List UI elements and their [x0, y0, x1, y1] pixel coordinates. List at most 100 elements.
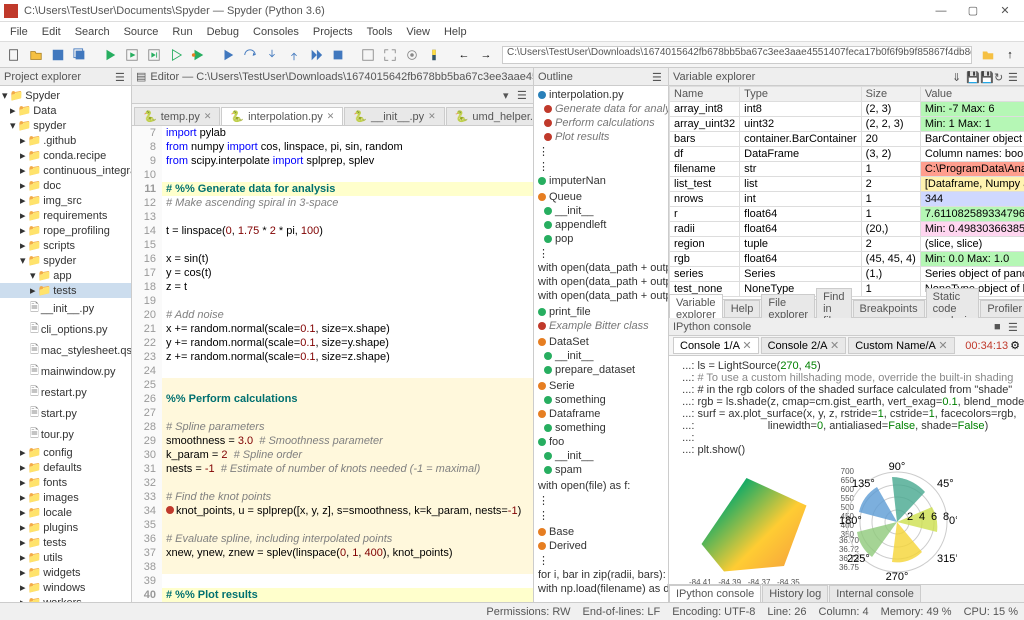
- preferences-icon[interactable]: [402, 45, 422, 65]
- browse-dir-icon[interactable]: [978, 45, 998, 65]
- back-icon[interactable]: ←: [454, 45, 474, 65]
- code-line[interactable]: 35: [132, 518, 533, 532]
- debug-icon[interactable]: [218, 45, 238, 65]
- var-cell[interactable]: int8: [740, 102, 862, 117]
- code-line[interactable]: 22y += random.normal(scale=0.1, size=y.s…: [132, 336, 533, 350]
- save-as-icon[interactable]: 💾: [980, 71, 992, 83]
- outline-item[interactable]: __init__: [536, 349, 666, 363]
- close-button[interactable]: ✕: [990, 2, 1020, 20]
- var-cell[interactable]: r: [670, 207, 740, 222]
- varexp-tab[interactable]: Help: [724, 300, 761, 318]
- var-col-header[interactable]: Value: [920, 87, 1024, 102]
- outline-item[interactable]: Queue: [536, 190, 666, 204]
- var-cell[interactable]: Column names: bools, ints: [920, 147, 1024, 162]
- var-cell[interactable]: 1: [861, 282, 920, 297]
- var-row[interactable]: nrowsint1344: [670, 192, 1024, 207]
- tree-item[interactable]: ▸ 📁 img_src: [0, 193, 131, 208]
- code-line[interactable]: 32: [132, 476, 533, 490]
- code-line[interactable]: 29smoothness = 3.0 # Smoothness paramete…: [132, 434, 533, 448]
- tree-item[interactable]: ▸ 📁 .github: [0, 133, 131, 148]
- outline-item[interactable]: ⋮: [536, 246, 666, 261]
- outline-options-icon[interactable]: ☰: [652, 71, 664, 83]
- menu-edit[interactable]: Edit: [36, 24, 67, 40]
- code-line[interactable]: 28# Spline parameters: [132, 420, 533, 434]
- code-line[interactable]: 24: [132, 364, 533, 378]
- console-output[interactable]: ...: ls = LightSource(270, 45) ...: # To…: [669, 356, 1024, 584]
- menu-debug[interactable]: Debug: [201, 24, 245, 40]
- outline-item[interactable]: interpolation.py: [536, 88, 666, 102]
- var-cell[interactable]: df: [670, 147, 740, 162]
- editor-tab[interactable]: 🐍__init__.py✕: [344, 107, 444, 125]
- tree-item[interactable]: ▸ 📁 tests: [0, 283, 131, 298]
- code-line[interactable]: 9from scipy.interpolate import splprep, …: [132, 154, 533, 168]
- var-cell[interactable]: (1,): [861, 267, 920, 282]
- code-line[interactable]: 39: [132, 574, 533, 588]
- code-line[interactable]: 23z += random.normal(scale=0.1, size=z.s…: [132, 350, 533, 364]
- step-in-icon[interactable]: [262, 45, 282, 65]
- var-cell[interactable]: Min: 1 Max: 1: [920, 117, 1024, 132]
- tree-item[interactable]: ▸ 📁 locale: [0, 505, 131, 520]
- outline-item[interactable]: __init__: [536, 204, 666, 218]
- menu-source[interactable]: Source: [118, 24, 165, 40]
- outline-item[interactable]: spam: [536, 463, 666, 477]
- var-row[interactable]: array_int8int8(2, 3)Min: -7 Max: 6: [670, 102, 1024, 117]
- varexp-tab[interactable]: Profiler: [980, 300, 1024, 318]
- minimize-button[interactable]: —: [926, 2, 956, 20]
- code-line[interactable]: 33# Find the knot points: [132, 490, 533, 504]
- tree-item[interactable]: ▸ 📁 Data: [0, 103, 131, 118]
- var-cell[interactable]: tuple: [740, 237, 862, 252]
- var-cell[interactable]: C:\ProgramData\Anaconda3\lib\site-packa…: [920, 162, 1024, 177]
- tree-item[interactable]: ▾ 📁 spyder: [0, 253, 131, 268]
- code-line[interactable]: 34knot_points, u = splprep([x, y, z], s=…: [132, 504, 533, 518]
- tree-item[interactable]: ▸ 📁 images: [0, 490, 131, 505]
- var-cell[interactable]: Series object of pandas.core.series mod…: [920, 267, 1024, 282]
- outline-item[interactable]: with open(data_path + output_file_n…: [536, 289, 666, 303]
- tree-item[interactable]: 🗎 mac_stylesheet.qss: [0, 340, 131, 361]
- var-row[interactable]: radiifloat64(20,)Min: 0.498303663853687 …: [670, 222, 1024, 237]
- outline-item[interactable]: Serie: [536, 379, 666, 393]
- run-cell-advance-icon[interactable]: [144, 45, 164, 65]
- var-cell[interactable]: 2: [861, 237, 920, 252]
- console-options-icon[interactable]: ☰: [1008, 321, 1020, 333]
- tree-item[interactable]: ▸ 📁 requirements: [0, 208, 131, 223]
- outline-item[interactable]: with open(data_path + output_file_n…: [536, 261, 666, 275]
- var-cell[interactable]: Min: 0.0 Max: 1.0: [920, 252, 1024, 267]
- var-row[interactable]: array_uint32uint32(2, 2, 3)Min: 1 Max: 1: [670, 117, 1024, 132]
- var-cell[interactable]: uint32: [740, 117, 862, 132]
- editor-tab[interactable]: 🐍temp.py✕: [134, 107, 220, 125]
- tree-item[interactable]: ▸ 📁 doc: [0, 178, 131, 193]
- code-line[interactable]: 26%% Perform calculations: [132, 392, 533, 406]
- varexp-options-icon[interactable]: ☰: [1008, 71, 1020, 83]
- var-row[interactable]: filenamestr1C:\ProgramData\Anaconda3\lib…: [670, 162, 1024, 177]
- var-cell[interactable]: float64: [740, 207, 862, 222]
- code-line[interactable]: 7import pylab: [132, 126, 533, 140]
- stop-debug-icon[interactable]: [328, 45, 348, 65]
- code-line[interactable]: 21x += random.normal(scale=0.1, size=x.s…: [132, 322, 533, 336]
- tree-item[interactable]: ▸ 📁 workers: [0, 595, 131, 602]
- step-out-icon[interactable]: [284, 45, 304, 65]
- tree-root[interactable]: ▾ 📁 Spyder: [0, 88, 131, 103]
- tree-item[interactable]: 🗎 tour.py: [0, 424, 131, 445]
- code-line[interactable]: 30k_param = 2 # Spline order: [132, 448, 533, 462]
- tree-item[interactable]: 🗎 start.py: [0, 403, 131, 424]
- outline-item[interactable]: __init__: [536, 449, 666, 463]
- menu-consoles[interactable]: Consoles: [247, 24, 305, 40]
- step-over-icon[interactable]: [240, 45, 260, 65]
- working-dir-input[interactable]: C:\Users\TestUser\Downloads\1674015642fb…: [502, 46, 972, 64]
- var-cell[interactable]: [Dataframe, Numpy array]: [920, 177, 1024, 192]
- var-row[interactable]: seriesSeries(1,)Series object of pandas.…: [670, 267, 1024, 282]
- python-path-icon[interactable]: [424, 45, 444, 65]
- options-icon[interactable]: ☰: [115, 71, 127, 83]
- maximize-button[interactable]: ▢: [958, 2, 988, 20]
- outline-item[interactable]: Generate data for analysis: [536, 102, 666, 116]
- var-cell[interactable]: 1: [861, 162, 920, 177]
- var-row[interactable]: dfDataFrame(3, 2)Column names: bools, in…: [670, 147, 1024, 162]
- tree-item[interactable]: ▸ 📁 rope_profiling: [0, 223, 131, 238]
- var-cell[interactable]: Min: 0.498303663853687 Max: 9.8568407949…: [920, 222, 1024, 237]
- code-line[interactable]: 37xnew, ynew, znew = splev(linspace(0, 1…: [132, 546, 533, 560]
- tree-item[interactable]: ▸ 📁 defaults: [0, 460, 131, 475]
- var-cell[interactable]: (3, 2): [861, 147, 920, 162]
- outline-item[interactable]: pop: [536, 232, 666, 246]
- outline-item[interactable]: Example Bitter class: [536, 319, 666, 333]
- var-cell[interactable]: DataFrame: [740, 147, 862, 162]
